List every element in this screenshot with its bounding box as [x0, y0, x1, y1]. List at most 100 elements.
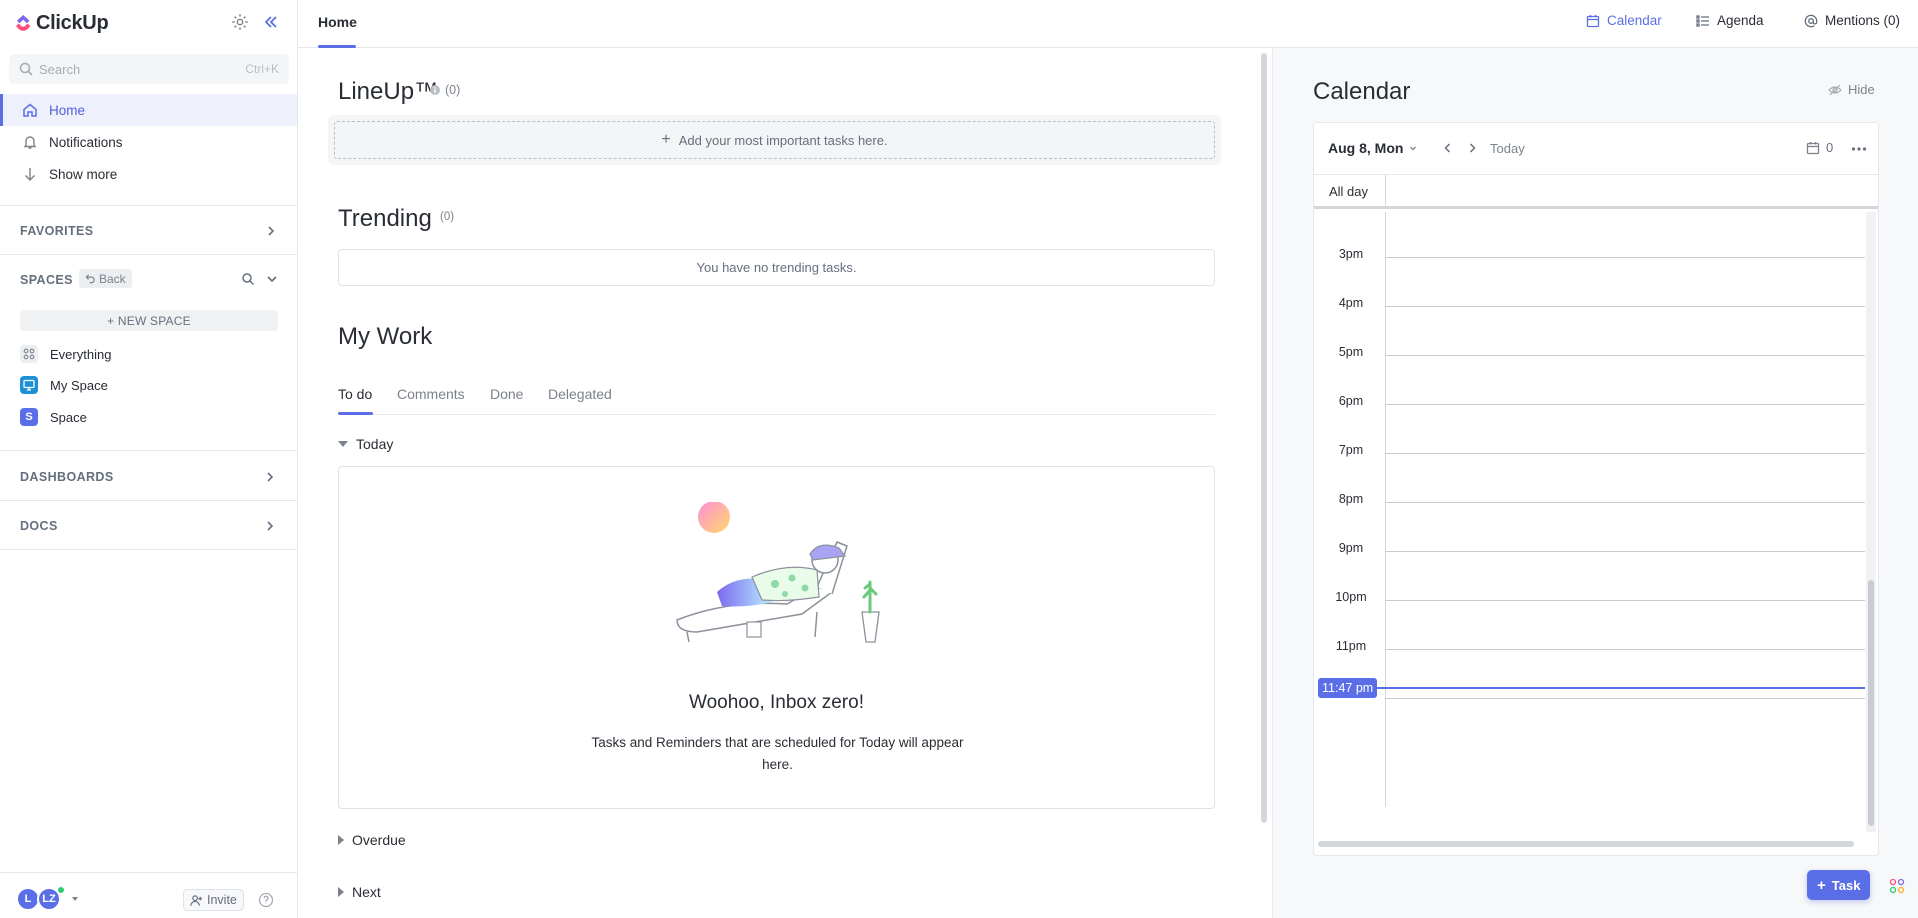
gear-icon[interactable]: [231, 13, 249, 31]
add-task-button[interactable]: + Task: [1807, 870, 1871, 900]
all-day-row[interactable]: All day: [1314, 175, 1878, 209]
inbox-zero-empty-state: Woohoo, Inbox zero! Tasks and Reminders …: [338, 466, 1215, 809]
dashboards-header[interactable]: DASHBOARDS: [20, 470, 114, 484]
search-input[interactable]: Search Ctrl+K: [9, 54, 289, 84]
chevron-right-icon[interactable]: [263, 470, 277, 484]
chevron-down-icon: [1410, 146, 1417, 151]
search-shortcut: Ctrl+K: [245, 62, 279, 76]
view-label: Mentions (0): [1825, 13, 1901, 28]
lineup-dropzone[interactable]: + Add your most important tasks here.: [328, 115, 1221, 165]
time-grid-gutter-line: [1385, 212, 1386, 807]
view-agenda[interactable]: Agenda: [1696, 13, 1764, 28]
current-time-line: [1374, 687, 1865, 689]
list-icon: [1696, 14, 1709, 27]
spaces-header[interactable]: SPACES: [20, 273, 73, 287]
space-avatar-badge: S: [20, 408, 38, 426]
sidebar-divider: [0, 549, 297, 550]
more-icon[interactable]: [1851, 142, 1867, 156]
home-icon: [23, 103, 37, 117]
tab-to-do[interactable]: To do: [338, 386, 372, 402]
chevron-right-icon[interactable]: [264, 224, 278, 238]
plus-icon: +: [661, 131, 671, 148]
hour-label: 11pm: [1335, 639, 1367, 653]
home-main-content: LineUp™ (0) + Add your most important ta…: [298, 48, 1271, 918]
info-icon[interactable]: [430, 85, 440, 95]
calendar-vertical-scrollbar[interactable]: [1866, 212, 1876, 832]
calendar-count-button[interactable]: 0: [1806, 140, 1833, 155]
date-picker[interactable]: Aug 8, Mon: [1328, 140, 1418, 156]
chevron-down-icon[interactable]: [265, 272, 279, 286]
docs-header[interactable]: DOCS: [20, 519, 58, 533]
hide-calendar-button[interactable]: Hide: [1828, 82, 1875, 97]
calendar-day-view: Aug 8, Mon Today 0 All day 3pm 4pm 5pm 6…: [1313, 122, 1879, 856]
search-icon: [19, 62, 33, 76]
chevron-left-icon[interactable]: [1441, 141, 1455, 155]
undo-icon: [85, 274, 95, 284]
time-grid[interactable]: 3pm 4pm 5pm 6pm 7pm 8pm 9pm 10pm 11pm 11…: [1314, 212, 1878, 832]
chevron-right-icon[interactable]: [263, 519, 277, 533]
invite-button[interactable]: Invite: [183, 889, 244, 911]
favorites-header[interactable]: FAVORITES: [20, 224, 94, 238]
scrollbar-thumb[interactable]: [1868, 580, 1874, 826]
invite-label: Invite: [207, 893, 237, 907]
all-day-label: All day: [1329, 184, 1369, 199]
search-placeholder: Search: [39, 61, 81, 77]
logo-text: ClickUp: [36, 11, 109, 34]
sidebar-item-show-more[interactable]: Show more: [0, 158, 297, 190]
my-work-tabs: To do Comments Done Delegated: [338, 378, 1215, 415]
sidebar-item-label: Show more: [49, 166, 118, 182]
sidebar-item-label: Home: [49, 102, 86, 118]
today-button[interactable]: Today: [1490, 141, 1525, 156]
tab-home[interactable]: Home: [318, 14, 357, 30]
space-item-space[interactable]: S Space: [20, 404, 87, 430]
tab-comments[interactable]: Comments: [397, 386, 465, 402]
group-label: Overdue: [352, 832, 406, 848]
group-today[interactable]: Today: [338, 436, 393, 452]
chevron-right-icon[interactable]: [1465, 141, 1479, 155]
clickup-logo-icon: [16, 15, 31, 31]
group-label: Next: [352, 884, 381, 900]
main-scrollbar[interactable]: [1261, 53, 1267, 823]
help-icon[interactable]: [258, 892, 274, 908]
view-mentions[interactable]: Mentions (0): [1804, 13, 1900, 28]
hour-label: 5pm: [1338, 345, 1364, 359]
tab-done[interactable]: Done: [490, 386, 523, 402]
new-space-button[interactable]: + NEW SPACE: [20, 310, 278, 331]
bell-icon: [23, 136, 37, 149]
sidebar-item-notifications[interactable]: Notifications: [0, 126, 297, 158]
group-next[interactable]: Next: [338, 884, 381, 900]
calendar-icon: [1806, 141, 1820, 154]
view-label: Calendar: [1607, 13, 1662, 28]
sidebar-divider: [0, 254, 297, 255]
view-calendar[interactable]: Calendar: [1586, 13, 1662, 28]
lineup-title: LineUp™: [338, 78, 439, 105]
current-time-badge: 11:47 pm: [1318, 678, 1378, 698]
add-lineup-task[interactable]: + Add your most important tasks here.: [334, 121, 1215, 159]
space-item-my-space[interactable]: My Space: [20, 372, 108, 398]
clickup-logo[interactable]: ClickUp: [14, 10, 109, 36]
hour-line: [1385, 355, 1865, 356]
hour-label: 3pm: [1338, 247, 1364, 261]
apps-icon[interactable]: [1889, 878, 1905, 894]
sidebar-item-home[interactable]: Home: [0, 94, 297, 126]
space-item-everything[interactable]: Everything: [20, 341, 111, 367]
search-icon[interactable]: [241, 272, 255, 286]
hour-label: 4pm: [1338, 296, 1364, 310]
hour-label: 8pm: [1338, 492, 1364, 506]
sidebar-item-label: Notifications: [49, 134, 123, 150]
calendar-title: Calendar: [1313, 78, 1411, 105]
tab-delegated[interactable]: Delegated: [548, 386, 612, 402]
hour-line: [1385, 649, 1865, 650]
hour-line: [1385, 551, 1865, 552]
inbox-zero-title: Woohoo, Inbox zero!: [689, 692, 864, 713]
active-tab-indicator: [338, 412, 373, 415]
relaxing-illustration: [676, 502, 880, 643]
hour-line: [1385, 404, 1865, 405]
sidebar: ClickUp Search Ctrl+K Home Notifications…: [0, 0, 298, 918]
back-button[interactable]: Back: [79, 269, 132, 288]
group-overdue[interactable]: Overdue: [338, 832, 406, 848]
eye-off-icon: [1828, 84, 1842, 95]
calendar-horizontal-scrollbar[interactable]: [1318, 841, 1854, 847]
collapse-sidebar-icon[interactable]: [262, 13, 280, 31]
caret-down-icon[interactable]: [72, 897, 78, 901]
